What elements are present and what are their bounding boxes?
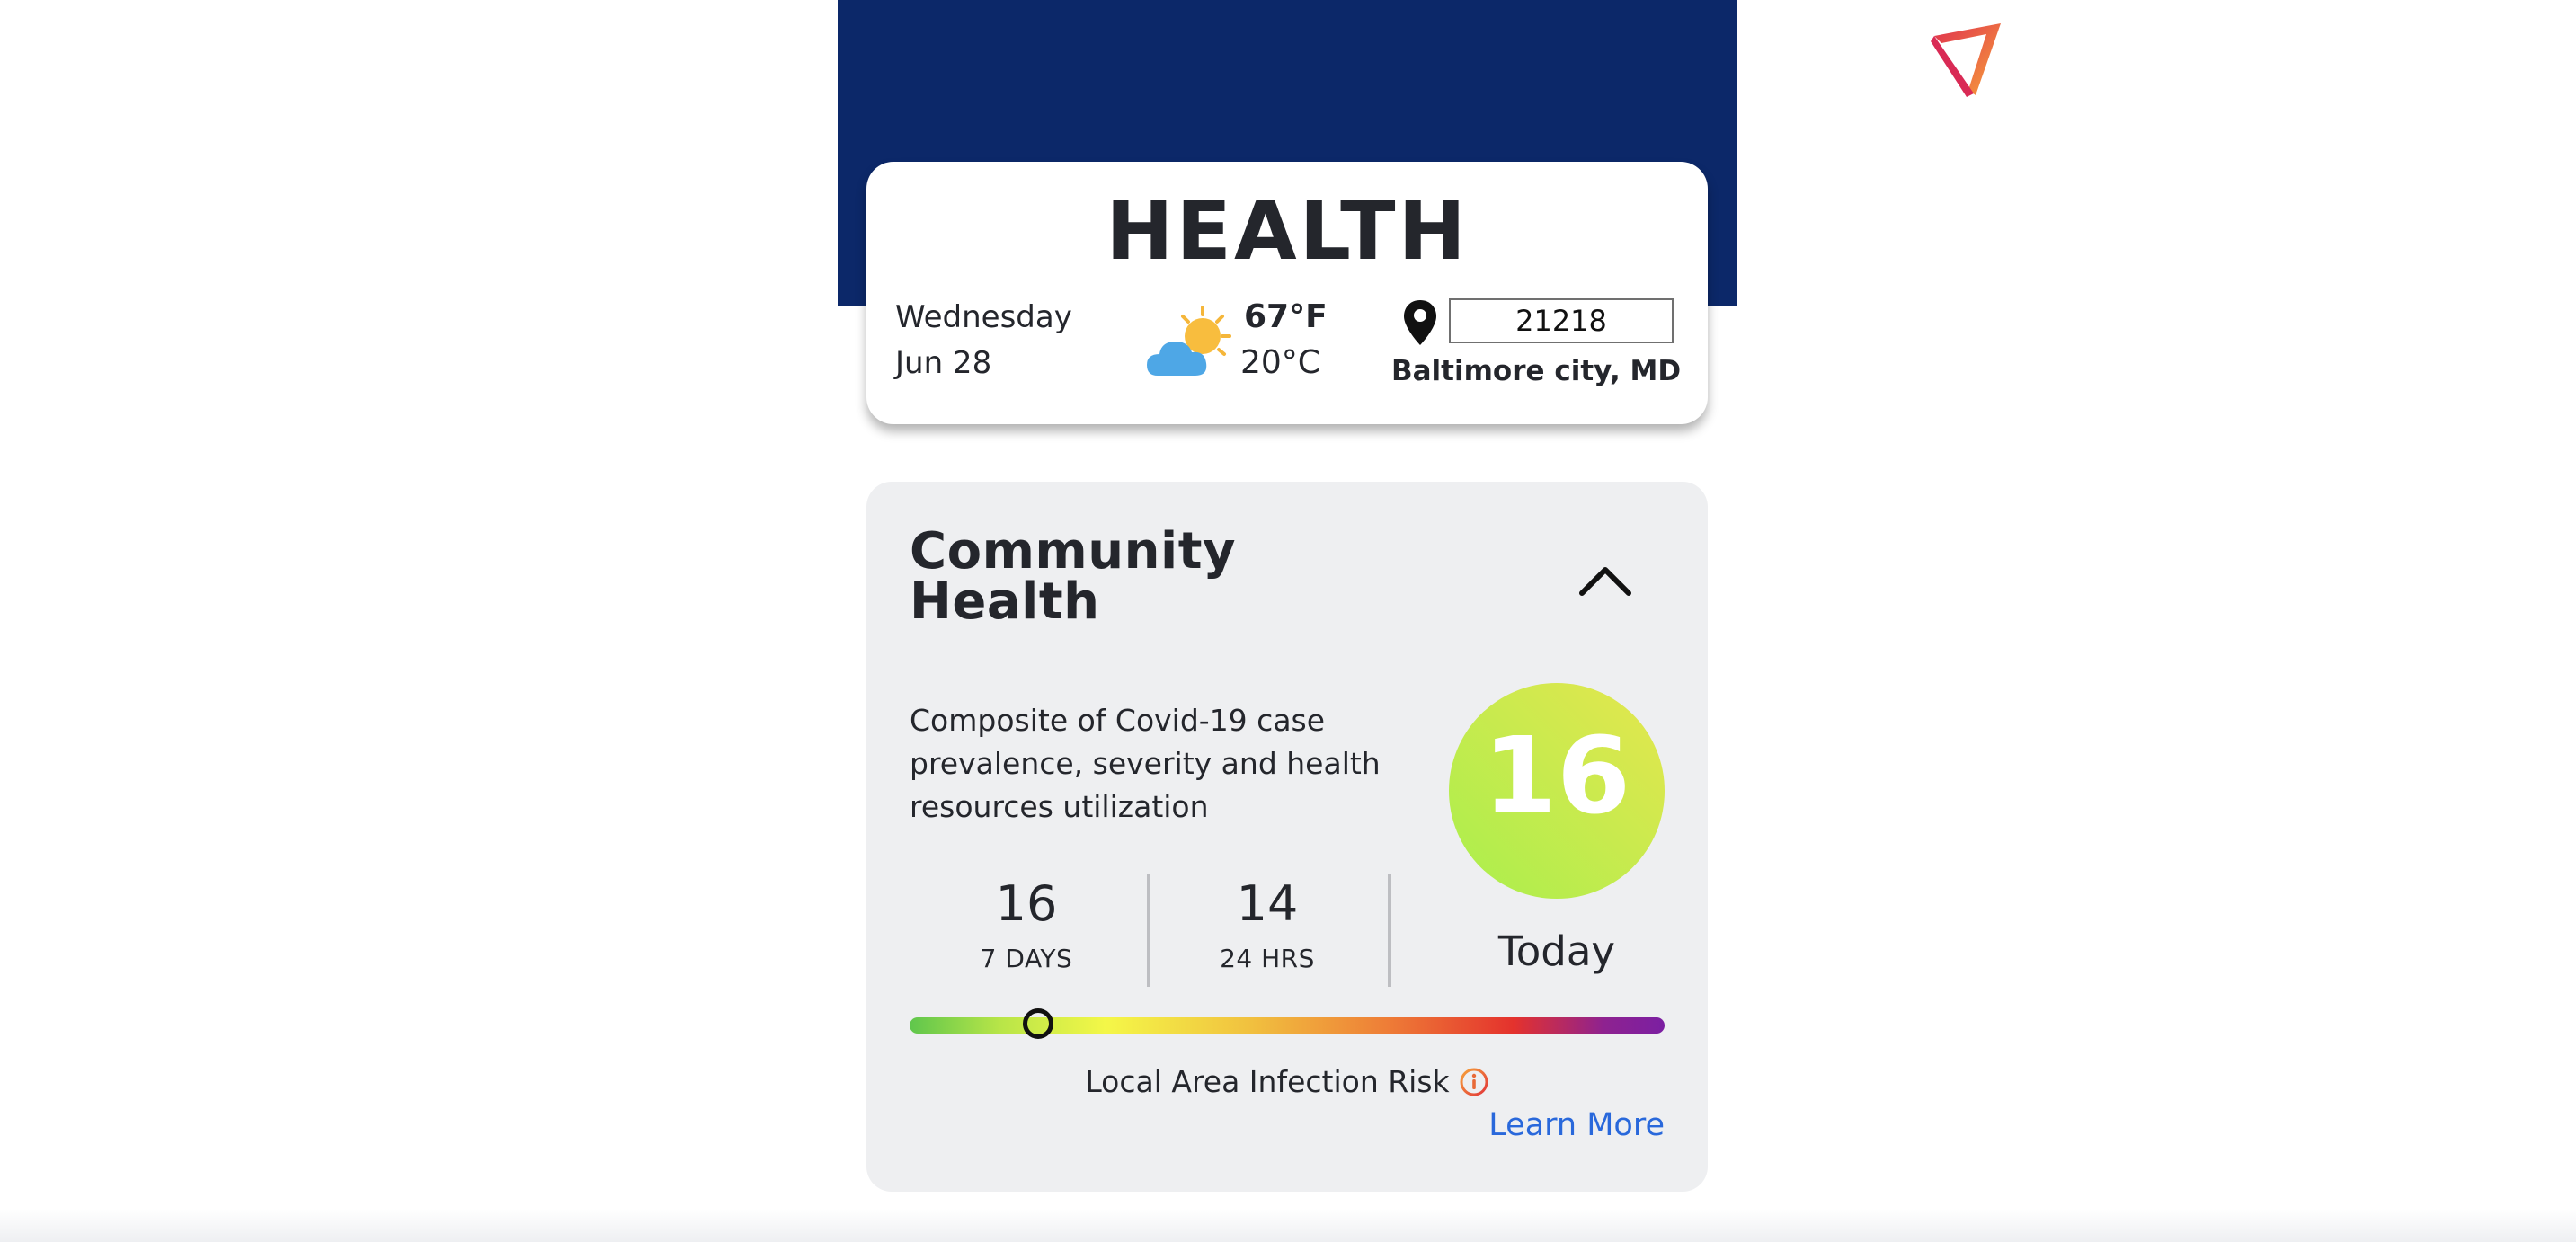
score-badge: 16 bbox=[1449, 683, 1665, 899]
risk-caption: Local Area Infection Risk bbox=[866, 1064, 1708, 1099]
civilience-logo[interactable]: CIVILIENCE TECHNOLOGY • VITALITY • HUMAN… bbox=[1929, 18, 2395, 101]
community-health-card: Community Health Composite of Covid-19 c… bbox=[866, 482, 1708, 1192]
risk-label: Local Area Infection Risk bbox=[1085, 1064, 1450, 1099]
chevron-up-icon[interactable] bbox=[1578, 564, 1632, 597]
partly-cloudy-icon bbox=[1147, 306, 1231, 376]
current-date: Jun 28 bbox=[895, 345, 992, 381]
zip-code-input[interactable] bbox=[1449, 298, 1674, 343]
stat-24-hrs: 14 24 HRS bbox=[1177, 875, 1357, 974]
health-header-card: HEALTH Wednesday Jun 28 67°F 20°C Baltim… bbox=[866, 162, 1708, 424]
temperature-fahrenheit: 67°F bbox=[1244, 298, 1328, 335]
score-value: 16 bbox=[1482, 714, 1631, 838]
location-name: Baltimore city, MD bbox=[1391, 355, 1682, 387]
temperature-celsius: 20°C bbox=[1240, 344, 1320, 381]
score-label: Today bbox=[1497, 927, 1616, 975]
civilience-logo-mark-icon bbox=[1931, 23, 2001, 97]
brand-tagline: TECHNOLOGY • VITALITY • HUMANITY bbox=[2013, 74, 2395, 95]
stat-value: 16 bbox=[995, 875, 1058, 932]
stat-value: 14 bbox=[1236, 875, 1299, 932]
page-title: HEALTH bbox=[1106, 184, 1469, 279]
brand-name: CIVILIENCE bbox=[2010, 18, 2359, 82]
stat-divider bbox=[1388, 874, 1391, 987]
page-bottom-shade bbox=[0, 1209, 2576, 1242]
risk-level-marker bbox=[1022, 1008, 1053, 1039]
section-title: Community Health bbox=[910, 522, 1236, 631]
stat-label: 24 HRS bbox=[1220, 944, 1315, 973]
stat-label: 7 DAYS bbox=[980, 944, 1073, 973]
info-icon[interactable] bbox=[1459, 1067, 1489, 1097]
stat-divider bbox=[1147, 874, 1150, 987]
current-day: Wednesday bbox=[895, 299, 1072, 335]
learn-more-link[interactable]: Learn More bbox=[1488, 1107, 1665, 1143]
section-description: Composite of Covid-19 case prevalence, s… bbox=[910, 703, 1381, 824]
stat-7-days: 16 7 DAYS bbox=[937, 875, 1116, 974]
map-pin-icon bbox=[1404, 300, 1436, 345]
